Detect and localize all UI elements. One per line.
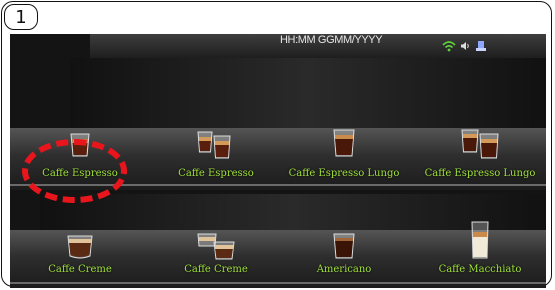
beverage-button-caffe-macchiato[interactable]: Caffe Macchiato <box>414 220 546 275</box>
beverage-label: Caffe Espresso Lungo <box>288 168 400 179</box>
wifi-icon <box>442 41 456 52</box>
shelf-lower-edge <box>10 282 546 284</box>
beverage-label: Caffe Espresso Lungo <box>424 168 536 179</box>
beverage-button-caffe-espresso-lungo-double[interactable]: Caffe Espresso Lungo <box>414 126 546 179</box>
double-lungo-cup-icon <box>461 129 499 159</box>
beverage-label: Caffe Macchiato <box>438 264 522 275</box>
macchiato-glass-icon <box>471 221 489 259</box>
time-date-readout: HH:MM GGMM/YYYY <box>280 34 383 46</box>
double-creme-cup-icon <box>197 233 235 260</box>
beverage-button-caffe-creme-double[interactable]: Caffe Creme <box>156 232 276 275</box>
shelf-backwall-upper <box>70 58 546 132</box>
step-number: 1 <box>15 6 27 28</box>
speaker-icon <box>461 42 469 50</box>
creme-cup-icon <box>67 235 93 259</box>
beverage-button-caffe-espresso-double[interactable]: Caffe Espresso <box>156 126 276 179</box>
americano-cup-icon <box>333 233 355 259</box>
selection-highlight <box>22 139 127 203</box>
beverage-label: Caffe Espresso <box>178 168 254 179</box>
lungo-cup-icon <box>333 129 355 157</box>
beverage-label: Caffe Creme <box>48 264 112 275</box>
step-number-badge: 1 <box>4 4 38 30</box>
beverage-label: Americano <box>316 264 372 275</box>
cup-heater-icon <box>476 41 486 51</box>
status-bar: HH:MM GGMM/YYYY <box>90 34 546 58</box>
status-icons <box>442 38 488 54</box>
beverage-button-americano[interactable]: Americano <box>274 232 414 275</box>
beverage-label: Caffe Creme <box>184 264 248 275</box>
beverage-button-caffe-creme[interactable]: Caffe Creme <box>20 232 140 275</box>
double-espresso-cup-icon <box>197 131 231 159</box>
beverage-button-caffe-espresso-lungo[interactable]: Caffe Espresso Lungo <box>274 126 414 179</box>
